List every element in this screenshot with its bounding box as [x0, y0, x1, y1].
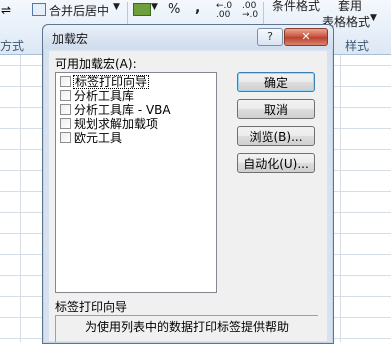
addin-item-label-wizard[interactable]: 标签打印向导 [58, 75, 212, 89]
accounting-dropdown-icon[interactable]: ▼ [151, 2, 158, 12]
addin-item-euro-tools[interactable]: 欧元工具 [58, 131, 212, 145]
description-title: 标签打印向导 [55, 300, 128, 314]
automation-button[interactable]: 自动化(U)... [237, 153, 315, 173]
align-group-label: 方式 [0, 39, 25, 53]
addin-item-label: 欧元工具 [74, 131, 123, 145]
decrease-decimal-button[interactable]: .00 →.0 [242, 2, 258, 20]
addin-checkbox[interactable] [60, 104, 71, 115]
description-text: 为使用列表中的数据打印标签提供帮助 [85, 320, 290, 334]
increase-decimal-button[interactable]: ←.0.00 [216, 2, 232, 20]
percent-button[interactable]: % [168, 2, 180, 17]
conditional-format-button[interactable]: 条件格式 [272, 0, 320, 14]
table-format-top-label[interactable]: 套用 [338, 0, 362, 14]
ok-button[interactable]: 确定 [237, 72, 315, 92]
addin-item-solver[interactable]: 规划求解加载项 [58, 117, 212, 131]
dialog-client: 可用加载宏(A): 标签打印向导 分析工具库 分析工具库 - VBA 规划求解加… [49, 51, 327, 342]
addin-item-analysis-toolpak[interactable]: 分析工具库 [58, 89, 212, 103]
wrap-text-icon[interactable]: ⇌ [1, 3, 11, 17]
comma-button[interactable]: , [195, 0, 200, 16]
browse-button[interactable]: 浏览(B)... [237, 126, 315, 146]
styles-group-label: 样式 [345, 39, 370, 53]
addin-item-label: 标签打印向导 [73, 75, 150, 89]
merge-center-icon[interactable] [32, 3, 46, 16]
addin-checkbox[interactable] [60, 118, 71, 129]
addin-checkbox[interactable] [60, 132, 71, 143]
merge-center-button[interactable]: 合并后居中 [49, 2, 109, 19]
addins-listbox[interactable]: 标签打印向导 分析工具库 分析工具库 - VBA 规划求解加载项 欧元工具 [55, 72, 217, 293]
addin-item-label: 规划求解加载项 [74, 117, 159, 131]
addin-checkbox[interactable] [60, 76, 71, 87]
help-button[interactable]: ? [257, 28, 283, 46]
addins-dialog: 加载宏 ? ✕ 可用加载宏(A): 标签打印向导 分析工具库 分析工具库 - V… [42, 24, 334, 344]
accounting-format-icon[interactable] [133, 3, 151, 16]
addin-item-label: 分析工具库 [74, 89, 135, 103]
dialog-title: 加载宏 [52, 32, 89, 46]
table-format-dropdown-icon[interactable]: ▼ [370, 13, 377, 23]
addin-item-label: 分析工具库 - VBA [74, 103, 171, 117]
addin-checkbox[interactable] [60, 90, 71, 101]
dialog-titlebar[interactable]: 加载宏 ? ✕ [43, 25, 333, 49]
close-button[interactable]: ✕ [284, 28, 328, 46]
merge-dropdown-icon[interactable]: ▼ [113, 2, 120, 12]
cancel-button[interactable]: 取消 [237, 99, 315, 119]
addin-item-analysis-toolpak-vba[interactable]: 分析工具库 - VBA [58, 103, 212, 117]
addins-list-label: 可用加载宏(A): [55, 57, 137, 71]
